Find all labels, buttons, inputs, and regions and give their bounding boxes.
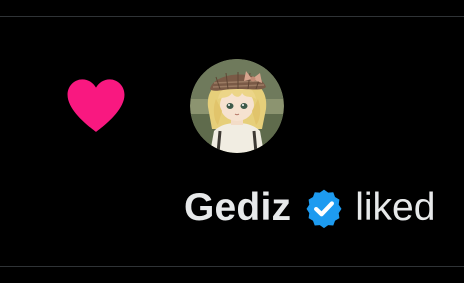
heart-icon bbox=[67, 79, 125, 132]
divider-top bbox=[0, 16, 464, 17]
notification-item[interactable]: Gediz liked bbox=[0, 0, 464, 283]
avatar-illustration bbox=[190, 59, 284, 153]
user-avatar[interactable] bbox=[190, 59, 284, 153]
divider-bottom bbox=[0, 266, 464, 267]
action-text: liked bbox=[355, 186, 436, 229]
notification-text-row: Gediz liked bbox=[184, 182, 435, 234]
user-name[interactable]: Gediz bbox=[184, 186, 291, 230]
verified-badge-icon bbox=[306, 189, 342, 229]
